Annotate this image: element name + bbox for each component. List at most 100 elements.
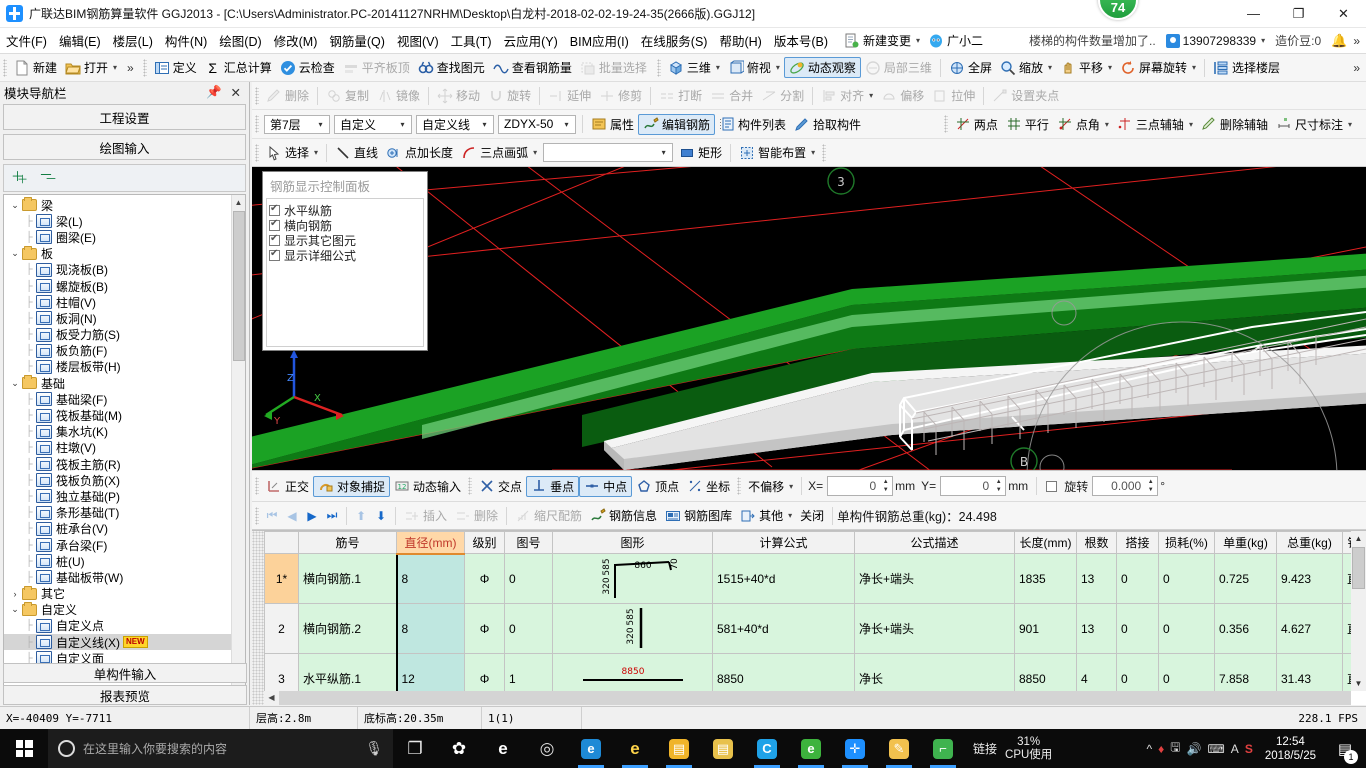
rebar-shape-cell[interactable]: 320 585 860 70	[552, 553, 713, 604]
folder-icon[interactable]: ▤	[657, 729, 701, 768]
ortho-toggle[interactable]: 正交	[262, 478, 313, 495]
rebar-library-button[interactable]: 钢筋图库	[661, 507, 736, 524]
tree-item[interactable]: ├ 自定义点	[4, 618, 231, 634]
toolbar-overflow-right[interactable]: »	[1347, 61, 1366, 75]
table-cell[interactable]: Φ	[464, 653, 505, 691]
chevron-down-icon[interactable]: ▾	[1192, 63, 1196, 72]
type-select[interactable]: 自定义线 ▾	[416, 114, 494, 134]
dynamic-input-toggle[interactable]: 12 动态输入	[390, 478, 465, 495]
maximize-button[interactable]: ❐	[1276, 0, 1321, 28]
project-settings-button[interactable]: 工程设置	[3, 104, 246, 130]
table-cell[interactable]: 横向钢筋.2	[298, 603, 397, 654]
table-cell[interactable]: 4	[1076, 653, 1117, 691]
select-floor-button[interactable]: 选择楼层	[1209, 59, 1284, 76]
tree-item[interactable]: ├ 桩(U)	[4, 553, 231, 569]
chevron-down-icon[interactable]: ▾	[716, 63, 720, 72]
chevron-down-icon[interactable]: ▾	[657, 148, 670, 157]
tray-volume-icon[interactable]: 🔊	[1187, 742, 1202, 756]
tree-folder[interactable]: ⌄ 板	[4, 245, 231, 262]
table-cell[interactable]: 1835	[1014, 553, 1077, 604]
menu-edit[interactable]: 编辑(E)	[53, 28, 107, 53]
table-cell[interactable]: 3	[264, 653, 299, 691]
chevron-down-icon[interactable]: ▾	[916, 36, 920, 45]
chevron-down-icon[interactable]: ▾	[1348, 120, 1352, 129]
single-member-input-button[interactable]: 单构件输入	[3, 663, 247, 683]
new-button[interactable]: 新建	[10, 59, 61, 76]
assistant-button[interactable]: 广小二	[924, 32, 987, 49]
member-select[interactable]: ZDYX-50 ▾	[498, 114, 576, 134]
table-cell[interactable]: 净长+端头	[854, 603, 1015, 654]
tree-item[interactable]: ├ 独立基础(P)	[4, 488, 231, 504]
close-icon[interactable]: ✕	[231, 85, 241, 100]
tree-item[interactable]: ├ 现浇板(B)	[4, 262, 231, 278]
draw-input-button[interactable]: 绘图输入	[3, 134, 246, 160]
copy-button[interactable]: 复制	[322, 87, 373, 104]
toolbar-grip[interactable]	[255, 506, 259, 525]
menu-floor[interactable]: 楼层(L)	[107, 28, 159, 53]
table-vscrollbar[interactable]: ▲ ▼	[1351, 531, 1366, 691]
chevron-down-icon[interactable]: ▾	[869, 91, 873, 100]
file-explorer-icon[interactable]: ▤	[701, 729, 745, 768]
chevron-down-icon[interactable]: ▾	[776, 63, 780, 72]
three-point-axis-button[interactable]: 三点辅轴 ▾	[1113, 116, 1197, 133]
tree-item[interactable]: ├ 基础板带(W)	[4, 569, 231, 585]
toolbar-grip[interactable]	[255, 477, 259, 495]
define-button[interactable]: 定义	[150, 59, 201, 76]
scroll-up-icon[interactable]: ▲	[1351, 531, 1366, 546]
tree-folder[interactable]: › 其它	[4, 585, 231, 602]
table-row[interactable]: 1* 横向钢筋.1 8 Φ 0 320 585 860 70 1515+40*d 净长+端头 1835…	[264, 553, 1351, 604]
column-header[interactable]: 损耗(%)	[1158, 531, 1215, 554]
rotate-button[interactable]: 旋转	[484, 87, 535, 104]
option-row[interactable]: 显示详细公式	[269, 248, 421, 263]
collapse-all-icon[interactable]	[39, 165, 58, 187]
chevron-down-icon[interactable]: ▾	[1105, 120, 1109, 129]
column-header[interactable]: 单重(kg)	[1214, 531, 1277, 554]
menu-rebar-qty[interactable]: 钢筋量(Q)	[323, 28, 391, 53]
merge-button[interactable]: 合并	[706, 87, 757, 104]
tree-item[interactable]: ├ 条形基础(T)	[4, 505, 231, 521]
table-cell[interactable]: 8850	[1014, 653, 1077, 691]
scroll-left-icon[interactable]: ◀	[264, 691, 279, 705]
chevron-down-icon[interactable]: ⌄	[8, 248, 22, 259]
tree-item[interactable]: ├ 自定义线(X) NEW	[4, 634, 231, 651]
table-cell[interactable]: 直	[1342, 603, 1351, 654]
tree-item[interactable]: ├ 板受力筋(S)	[4, 327, 231, 343]
chevron-down-icon[interactable]: ▾	[478, 120, 491, 129]
chevron-down-icon[interactable]: ▾	[788, 511, 792, 520]
close-button[interactable]: ✕	[1321, 0, 1366, 28]
column-header[interactable]: 筋号	[298, 531, 397, 554]
column-header[interactable]: 根数	[1076, 531, 1117, 554]
view-rebar-qty-button[interactable]: 查看钢筋量	[489, 59, 576, 76]
tray-app-icon[interactable]: ♦	[1158, 742, 1164, 756]
table-cell[interactable]: 901	[1014, 603, 1077, 654]
tray-overflow-icon[interactable]: ^	[1147, 742, 1153, 756]
find-element-button[interactable]: 查找图元	[414, 59, 489, 76]
table-cell[interactable]: 1*	[264, 553, 299, 604]
tree-item[interactable]: ├ 基础梁(F)	[4, 391, 231, 407]
table-cell[interactable]: 0	[504, 553, 553, 604]
notice-text[interactable]: 楼梯的构件数量增加了..	[1019, 32, 1166, 49]
chevron-down-icon[interactable]: ▾	[1048, 63, 1052, 72]
zoom-button[interactable]: 缩放 ▾	[996, 59, 1056, 76]
toolbar-grip[interactable]	[142, 58, 147, 77]
scale-rebar-button[interactable]: 缩尺配筋	[511, 507, 586, 524]
chevron-down-icon[interactable]: ▾	[560, 120, 573, 129]
tree-item[interactable]: ├ 筏板基础(M)	[4, 407, 231, 423]
offset-button[interactable]: 偏移	[877, 87, 928, 104]
point-length-tool-button[interactable]: 点加长度	[382, 144, 457, 161]
toolbar-overflow-left[interactable]: »	[121, 61, 140, 75]
intersection-snap-toggle[interactable]: 交点	[475, 478, 526, 495]
chevron-down-icon[interactable]: ⌄	[8, 378, 22, 389]
sum-calc-button[interactable]: Σ 汇总计算	[201, 59, 276, 76]
app-icon-sogou-fan[interactable]: ✿	[437, 729, 481, 768]
table-cell[interactable]: 0	[1158, 653, 1215, 691]
delete-axis-button[interactable]: 删除辅轴	[1197, 116, 1272, 133]
three-point-arc-button[interactable]: 三点画弧 ▾	[457, 144, 541, 161]
table-cell[interactable]: 直	[1342, 553, 1351, 604]
notepad-app-icon[interactable]: ✎	[877, 729, 921, 768]
table-cell[interactable]: 0	[1158, 603, 1215, 654]
fullscreen-button[interactable]: 全屏	[945, 59, 996, 76]
menu-view[interactable]: 视图(V)	[391, 28, 445, 53]
account-chip[interactable]: 13907298339 ▾	[1165, 33, 1265, 48]
chevron-down-icon[interactable]: ▾	[1108, 63, 1112, 72]
